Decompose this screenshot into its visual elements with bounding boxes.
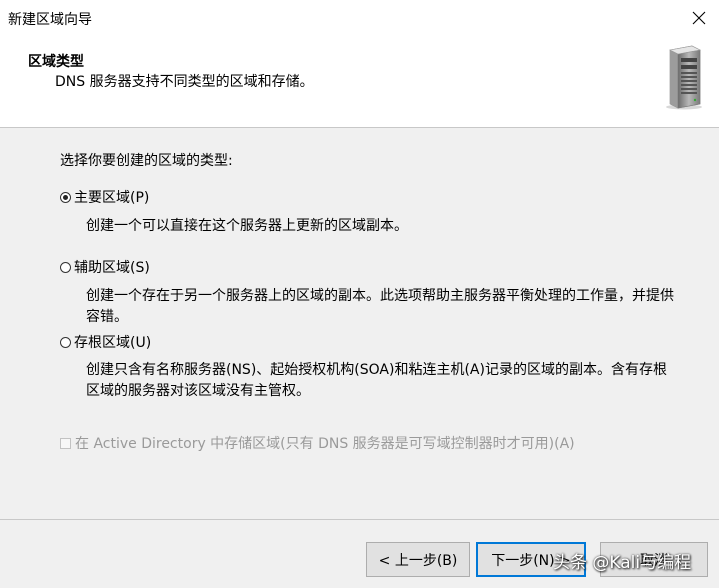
secondary-zone-description: 创建一个存在于另一个服务器上的区域的副本。此选项帮助主服务器平衡处理的工作量，并… [86, 288, 674, 325]
title-bar: 新建区域向导 [0, 0, 719, 36]
primary-zone-label: 主要区域(P) [74, 190, 150, 206]
wizard-body: 选择你要创建的区域的类型: 主要区域(P) 创建一个可以直接在这个服务器上更新的… [0, 129, 719, 519]
stub-zone-description: 创建只含有名称服务器(NS)、起始授权机构(SOA)和粘连主机(A)记录的区域的… [86, 362, 667, 399]
back-button[interactable]: < 上一步(B) [366, 542, 470, 577]
checkbox-indicator-disabled[interactable] [60, 437, 71, 449]
radio-indicator[interactable] [60, 261, 71, 273]
primary-zone-radio[interactable]: 主要区域(P) [60, 187, 149, 207]
primary-zone-description: 创建一个可以直接在这个服务器上更新的区域副本。 [86, 218, 408, 234]
watermark-text: 头条 @Kali与编程 [553, 553, 692, 573]
store-in-ad-label: 在 Active Directory 中存储区域(只有 DNS 服务器是可写域控… [75, 436, 575, 452]
zone-type-prompt: 选择你要创建的区域的类型: [60, 153, 233, 169]
wizard-footer: < 上一步(B) 下一步(N) > 取消 头条 @Kali与编程 [0, 520, 719, 588]
secondary-zone-label: 辅助区域(S) [74, 260, 150, 276]
server-icon [666, 45, 702, 110]
radio-indicator[interactable] [60, 336, 71, 348]
wizard-header: 区域类型 DNS 服务器支持不同类型的区域和存储。 [0, 36, 719, 128]
page-subtitle: DNS 服务器支持不同类型的区域和存储。 [55, 74, 314, 90]
close-button[interactable] [687, 6, 711, 30]
secondary-zone-radio[interactable]: 辅助区域(S) [60, 257, 150, 277]
close-icon [692, 11, 706, 25]
stub-zone-radio[interactable]: 存根区域(U) [60, 332, 151, 352]
store-in-ad-checkbox[interactable]: 在 Active Directory 中存储区域(只有 DNS 服务器是可写域控… [60, 433, 575, 453]
window-title: 新建区域向导 [8, 12, 92, 28]
page-title: 区域类型 [28, 54, 84, 70]
stub-zone-label: 存根区域(U) [74, 335, 152, 351]
radio-indicator-checked[interactable] [60, 191, 71, 203]
